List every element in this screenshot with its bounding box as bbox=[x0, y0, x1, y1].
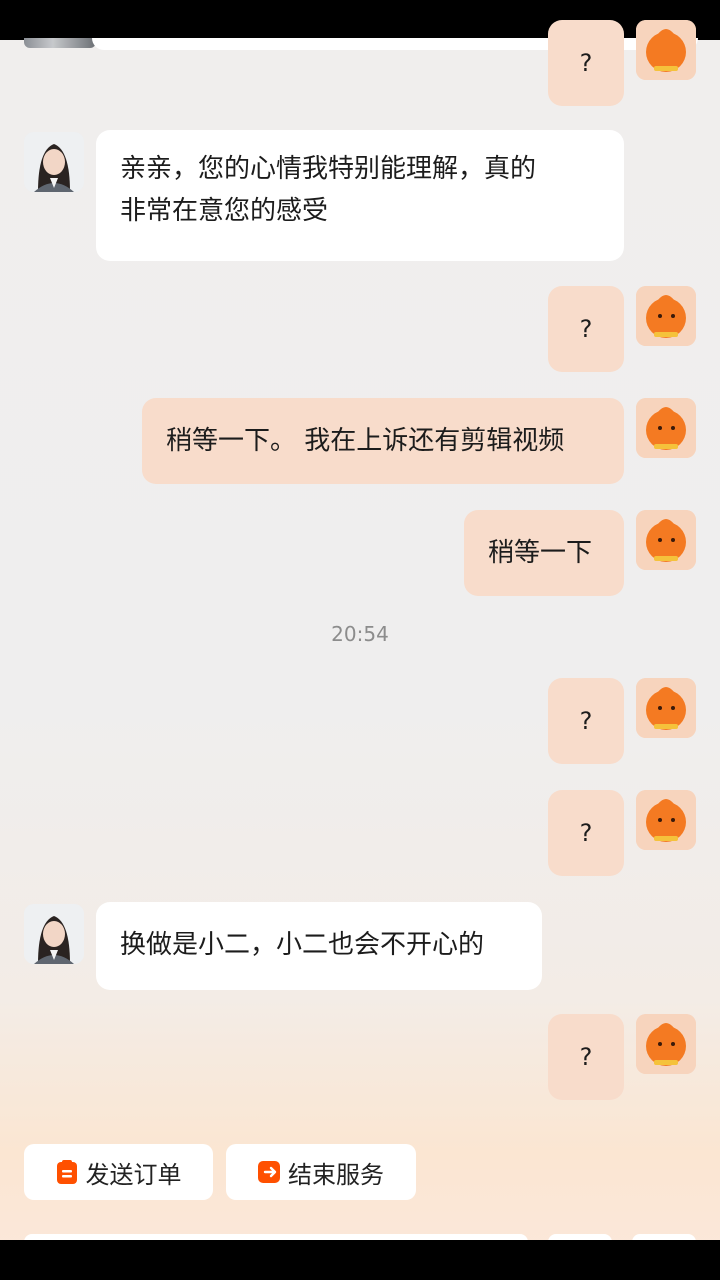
user-message-text: ? bbox=[579, 315, 593, 343]
user-message[interactable]: ? bbox=[548, 1014, 624, 1100]
message-timestamp: 20:54 bbox=[331, 622, 389, 646]
user-message-text: ? bbox=[579, 707, 593, 735]
agent-photo-icon bbox=[24, 132, 84, 192]
agent-photo-icon bbox=[24, 904, 84, 964]
user-message[interactable]: 稍等一下。 我在上诉还有剪辑视频 bbox=[142, 398, 624, 484]
user-message[interactable]: ? bbox=[548, 790, 624, 876]
user-message-text: ? bbox=[579, 819, 593, 847]
user-avatar[interactable] bbox=[636, 1014, 696, 1074]
end-service-label: 结束服务 bbox=[288, 1160, 384, 1189]
user-message-text: ? bbox=[579, 1043, 593, 1071]
previous-message-thumbnail bbox=[24, 38, 96, 48]
send-order-button[interactable]: 发送订单 bbox=[24, 1144, 213, 1200]
user-message[interactable]: ? bbox=[548, 286, 624, 372]
orange-mascot-icon bbox=[636, 398, 696, 458]
orange-mascot-icon bbox=[636, 678, 696, 738]
agent-message-line: 亲亲，您的心情我特别能理解，真的 bbox=[120, 154, 537, 184]
user-avatar[interactable] bbox=[636, 286, 696, 346]
user-avatar[interactable] bbox=[636, 678, 696, 738]
user-message-text: 稍等一下。 我在上诉还有剪辑视频 bbox=[166, 426, 565, 456]
user-message[interactable]: 稍等一下 bbox=[464, 510, 624, 596]
user-avatar[interactable] bbox=[636, 20, 696, 80]
agent-avatar[interactable] bbox=[24, 132, 84, 192]
send-order-label: 发送订单 bbox=[85, 1160, 182, 1189]
user-message[interactable]: ? bbox=[548, 20, 624, 106]
user-message[interactable]: ? bbox=[548, 678, 624, 764]
user-message-text: 稍等一下 bbox=[488, 538, 593, 568]
orange-mascot-icon bbox=[636, 790, 696, 850]
agent-message-text: 换做是小二，小二也会不开心的 bbox=[120, 930, 485, 960]
user-avatar[interactable] bbox=[636, 510, 696, 570]
agent-avatar[interactable] bbox=[24, 904, 84, 964]
navigation-bar bbox=[0, 1240, 720, 1280]
user-avatar[interactable] bbox=[636, 398, 696, 458]
user-message-text: ? bbox=[579, 49, 593, 77]
orange-mascot-icon bbox=[636, 1014, 696, 1074]
agent-message[interactable]: 换做是小二，小二也会不开心的 bbox=[96, 902, 542, 990]
orange-mascot-icon bbox=[636, 286, 696, 346]
agent-message[interactable]: 亲亲，您的心情我特别能理解，真的 非常在意您的感受 bbox=[96, 130, 624, 261]
user-avatar[interactable] bbox=[636, 790, 696, 850]
orange-mascot-icon bbox=[636, 20, 696, 80]
end-service-button[interactable]: 结束服务 bbox=[226, 1144, 416, 1200]
agent-message-line: 非常在意您的感受 bbox=[120, 196, 329, 226]
order-clipboard-icon bbox=[56, 1160, 78, 1184]
exit-icon bbox=[258, 1160, 280, 1184]
orange-mascot-icon bbox=[636, 510, 696, 570]
